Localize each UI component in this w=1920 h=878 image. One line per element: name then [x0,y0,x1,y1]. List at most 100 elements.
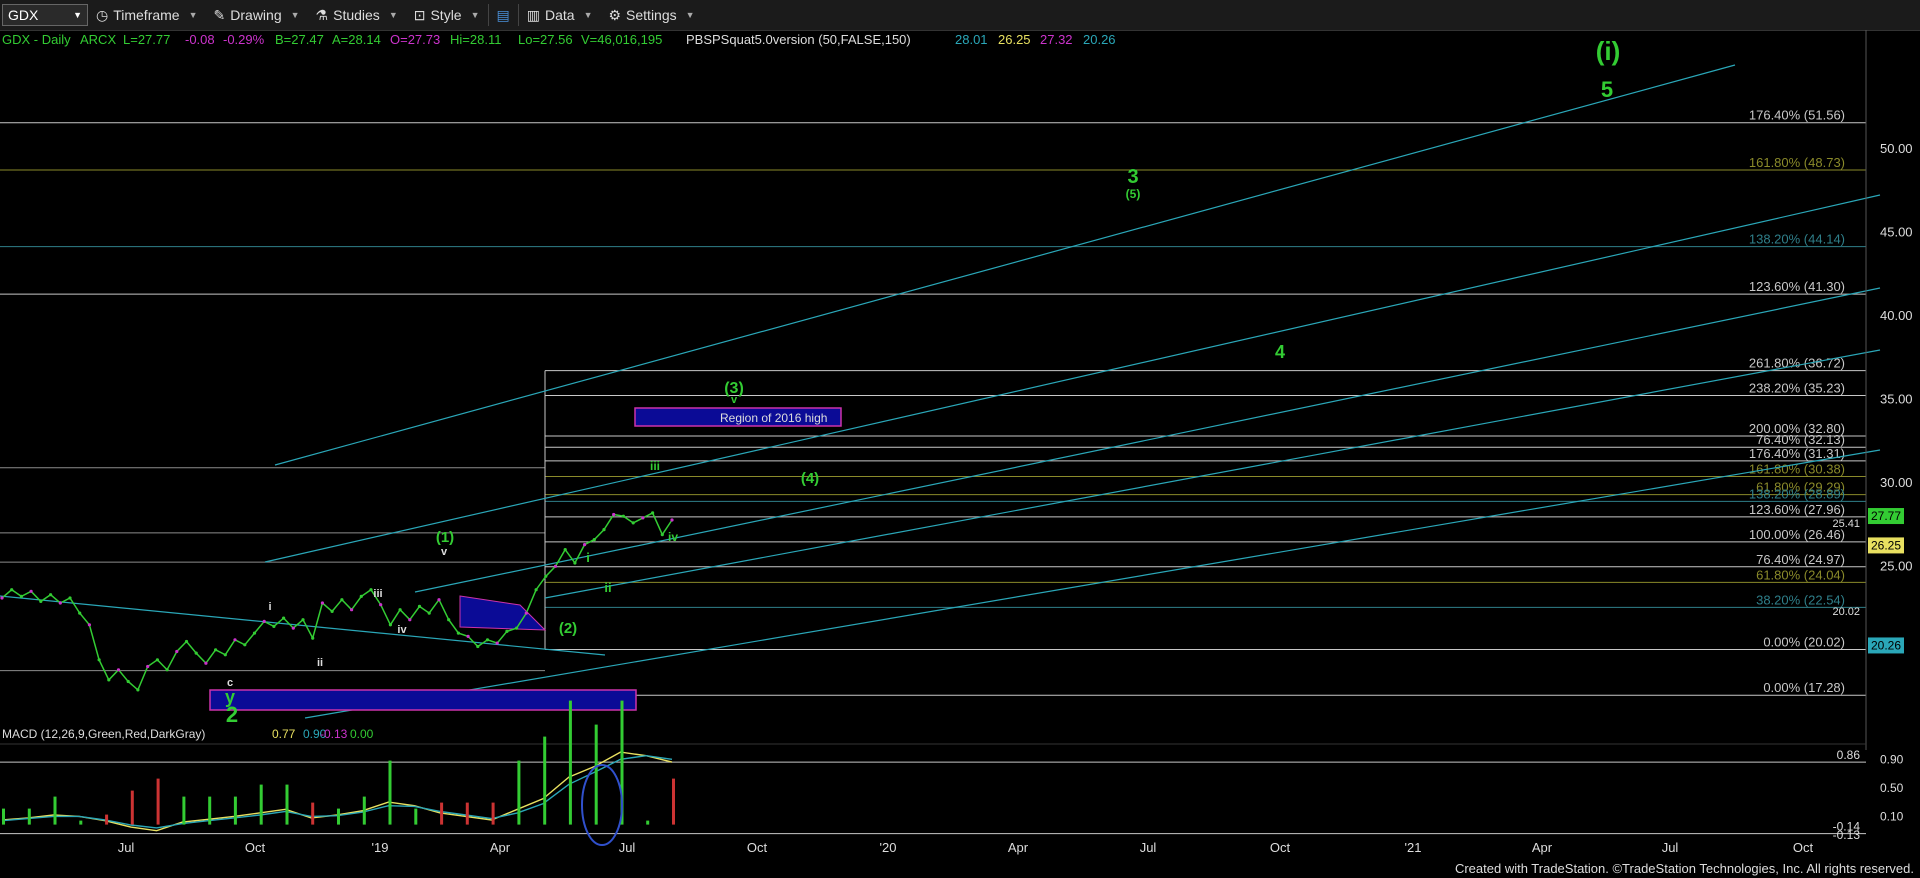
fib-label: 100.00% (26.46) [1749,527,1845,542]
price-point [379,603,383,607]
macd-histogram-bar [440,802,444,825]
price-point [126,679,130,684]
price-point [155,658,159,662]
macd-value-1: 0.77 [272,727,296,741]
toolbar: GDX ▼ ◷ Timeframe ▼ ✎ Drawing ▼ ⚗ Studie… [0,0,1920,31]
price-point [330,609,334,614]
header-study-value-3: 27.32 [1040,32,1073,47]
macd-histogram-bar [362,796,366,825]
macd-histogram-bar [388,760,392,825]
price-point [58,601,62,605]
macd-histogram-bar [208,796,212,825]
wave-label-i: (i) [1596,36,1621,66]
drawing-label: Drawing [230,7,282,23]
price-point [515,626,519,630]
pencil-icon: ✎ [213,6,226,23]
price-point [194,651,198,655]
fib-label: 238.20% (35.23) [1749,380,1845,395]
price-tick: 45.00 [1880,224,1913,239]
drawing-button[interactable]: ✎ Drawing ▼ [206,0,308,30]
header-open: O=27.73 [390,32,440,47]
price-point [214,648,218,652]
price-point [592,538,596,542]
time-tick: Oct [1270,840,1291,855]
channel-line [274,64,1736,466]
macd-histogram-bar [568,700,572,825]
fib-label: 123.60% (27.96) [1749,502,1845,517]
macd-histogram-bar [130,790,134,825]
macd-value-3: -0.13 [320,727,348,741]
chart-area[interactable]: GDX - Daily ARCX L=27.77 -0.08 -0.29% B=… [0,30,1920,860]
macd-value-4: 0.00 [350,727,374,741]
settings-button[interactable]: ⚙ Settings ▼ [600,0,702,30]
price-point [398,608,402,612]
level-label-25-41: 25.41 [1832,518,1860,530]
macd-histogram-bar [53,796,57,825]
settings-label: Settings [626,7,677,23]
macd-label: MACD (12,26,9,Green,Red,DarkGray) [2,727,205,741]
time-tick: Jul [1140,840,1157,855]
price-series [0,511,674,692]
regions: Region of 2016 high [209,407,842,711]
price-point [29,589,33,593]
price-point [97,658,101,662]
price-point [505,629,509,634]
header-ask: A=28.14 [332,32,381,47]
symbol-value: GDX [8,7,39,23]
price-point [388,623,392,627]
header-volume: V=46,016,195 [581,32,662,47]
timeframe-button[interactable]: ◷ Timeframe ▼ [88,0,206,30]
macd-histogram-bar [491,802,495,825]
wave-label-iii-white: iii [373,588,382,600]
price-point [136,688,140,692]
wave-label-ii-minor: ii [604,580,611,595]
style-label: Style [430,7,462,23]
flask-icon: ⚗ [315,6,329,23]
price-point [87,623,91,627]
fib-label: 176.40% (51.56) [1749,108,1845,123]
chevron-down-icon: ▼ [388,10,398,20]
macd-highlight [581,764,623,846]
price-point [476,644,480,649]
time-tick: Jul [118,840,135,855]
price-point [282,616,286,620]
macd-histogram-bar [105,814,109,825]
macd-tick: 0.10 [1880,809,1904,823]
triangle-region [459,595,547,631]
time-tick: Apr [490,840,511,855]
studies-button[interactable]: ⚗ Studies ▼ [308,0,406,30]
studies-label: Studies [333,7,380,23]
wave-label-i-white: i [268,601,271,613]
header-high: Hi=28.11 [450,32,501,47]
macd-histogram-bar [2,808,5,825]
wave-label-3: 3 [1127,166,1138,188]
style-button[interactable]: ⊡ Style ▼ [406,0,488,30]
channel-line [544,349,1881,599]
chevron-down-icon: ▼ [73,10,82,20]
price-point [495,641,499,645]
timeframe-label: Timeframe [113,7,180,23]
header-study: PBSPSquat5.0version (50,FALSE,150) [686,32,911,47]
price-badge-label: 20.26 [1871,638,1901,652]
style-icon: ⊡ [413,6,426,23]
channel-line [304,449,1881,719]
footer-copyright: Created with TradeStation. ©TradeStation… [1454,861,1914,876]
time-tick: '20 [880,840,897,855]
price-point [466,634,470,639]
price-tick: 50.00 [1880,141,1913,156]
price-badge-label: 26.25 [1871,538,1901,552]
symbol-selector[interactable]: GDX ▼ [2,4,88,26]
macd-header: MACD (12,26,9,Green,Red,DarkGray) 0.77 0… [2,727,374,741]
macd-histogram-bar [414,808,418,825]
price-point [359,594,363,599]
data-button[interactable]: ▥ Data ▼ [519,0,601,30]
chevron-down-icon: ▼ [685,10,695,20]
time-tick: Oct [1793,840,1814,855]
wave-label-5: 5 [1601,77,1613,102]
clock-icon: ◷ [96,6,109,23]
price-point [19,594,23,599]
price-point [417,604,422,609]
layout-button[interactable]: ▤ [489,0,518,30]
price-point [301,618,305,622]
price-point [563,548,567,552]
